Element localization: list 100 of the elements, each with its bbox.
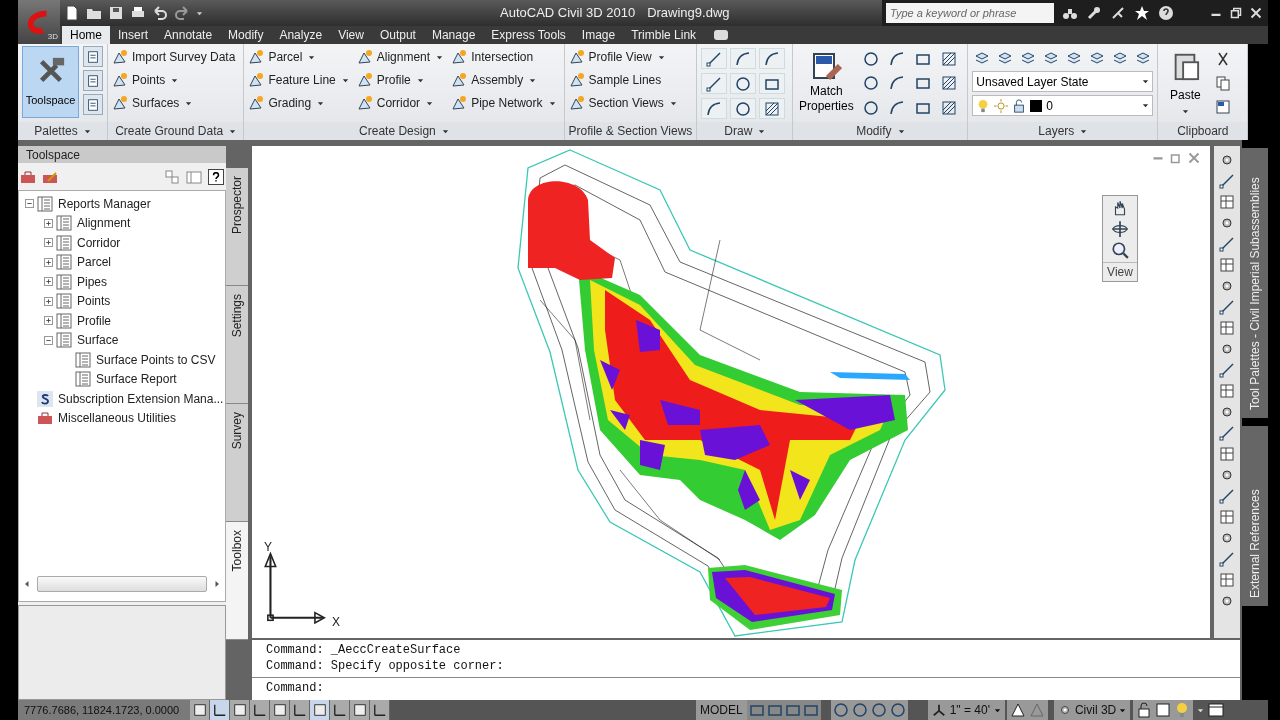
tree-item[interactable]: Profile (75, 311, 111, 330)
ribbon-command[interactable]: Alignment (356, 48, 444, 66)
gear-icon[interactable] (1219, 530, 1235, 546)
palette-tab[interactable]: Prospector (226, 168, 248, 286)
status-toggle[interactable] (310, 700, 330, 720)
search-field[interactable]: Type a keyword or phrase (886, 3, 1054, 23)
tree-item[interactable]: Subscription Extension Mana... (56, 389, 224, 408)
zoom-icon[interactable] (1111, 241, 1129, 259)
panel-title[interactable]: Layers (968, 122, 1158, 140)
ribbon-command[interactable]: Import Survey Data (112, 48, 236, 66)
new-file-icon[interactable] (64, 5, 80, 21)
scroll-right-icon[interactable] (213, 580, 221, 588)
gear-icon[interactable] (1219, 278, 1235, 294)
panel-title[interactable]: Create Ground Data (108, 122, 244, 140)
status-toggle[interactable] (190, 700, 210, 720)
paste-button[interactable]: Paste (1162, 46, 1209, 120)
ribbon-command[interactable]: Sample Lines (568, 71, 677, 89)
layer-state-dropdown[interactable]: Unsaved Layer State (972, 71, 1154, 92)
tree-item[interactable]: Surface Report (94, 370, 177, 389)
expand-icon[interactable] (44, 238, 53, 248)
gear-icon[interactable] (1219, 152, 1235, 168)
ribbon-tab[interactable]: Manage (423, 26, 484, 44)
ribbon-command[interactable]: Grading (248, 94, 349, 112)
palette-tab[interactable]: Survey (226, 404, 248, 522)
gear-icon[interactable] (1219, 341, 1235, 357)
command-prompt[interactable]: Command: (266, 679, 324, 697)
layer-tool-icon[interactable] (1043, 50, 1060, 66)
wrench-icon[interactable] (1086, 5, 1102, 21)
collapse-icon[interactable] (25, 199, 34, 209)
ribbon-command[interactable]: Section Views (568, 94, 677, 112)
layer-tool-icon[interactable] (997, 50, 1014, 66)
help-icon[interactable] (1158, 5, 1174, 21)
layer-tool-icon[interactable] (1135, 50, 1152, 66)
tree-item[interactable]: Pipes (75, 272, 108, 291)
panel-title[interactable]: Clipboard (1158, 122, 1248, 140)
scroll-left-icon[interactable] (23, 580, 31, 588)
table-icon[interactable] (1219, 383, 1235, 399)
expand-icon[interactable] (44, 277, 53, 287)
lock-icon[interactable] (1136, 702, 1153, 718)
hatch-icon[interactable] (764, 100, 781, 117)
status-toggle[interactable] (370, 700, 390, 720)
model-space-button[interactable]: MODEL (696, 700, 747, 720)
table-icon[interactable] (1219, 320, 1235, 336)
status-toggle[interactable] (290, 700, 310, 720)
expand-icon[interactable] (44, 218, 53, 228)
panel-title[interactable]: Profile & Section Views (564, 122, 697, 140)
tree-item[interactable]: Surface (75, 331, 119, 350)
status-toggle[interactable] (210, 700, 230, 720)
arc-icon[interactable] (735, 50, 752, 67)
layer-tool-icon[interactable] (1020, 50, 1037, 66)
toolspace-button[interactable]: Toolspace (22, 46, 79, 118)
panel-title[interactable]: Create Design (244, 122, 564, 140)
ribbon-command[interactable]: Corridor (356, 94, 444, 112)
layer-tool-icon[interactable] (1066, 50, 1083, 66)
ribbon-tab[interactable]: Express Tools (483, 26, 574, 44)
collapse-icon[interactable] (44, 335, 53, 345)
ribbon-command[interactable]: Points (112, 71, 236, 89)
tree-item[interactable]: Reports Manager (56, 194, 151, 213)
ribbon-toggle-button[interactable] (714, 30, 729, 40)
save-icon[interactable] (108, 5, 124, 21)
expand-icon[interactable] (44, 316, 53, 326)
palette-title-bar[interactable]: External References (1242, 426, 1268, 606)
status-toggle[interactable] (330, 700, 350, 720)
ribbon-command[interactable]: Intersection (451, 48, 556, 66)
palette-title-bar[interactable]: Tool Palettes - Civil Imperial Subassemblies (1242, 148, 1268, 418)
ribbon-tab[interactable]: Annotate (156, 26, 221, 44)
curve-icon[interactable] (706, 100, 723, 117)
tree-item[interactable]: Miscellaneous Utilities (56, 409, 177, 428)
tree-item[interactable]: Points (75, 292, 111, 311)
tree-item[interactable]: Corridor (75, 233, 121, 252)
layer-tool-icon[interactable] (1089, 50, 1106, 66)
application-button[interactable]: 3D (18, 0, 60, 44)
star-icon[interactable] (1134, 5, 1150, 21)
status-toggle[interactable] (270, 700, 290, 720)
workspace-button[interactable]: Civil 3D (1053, 700, 1131, 720)
panel-title[interactable]: Draw (697, 122, 793, 140)
tree-item[interactable]: Alignment (75, 214, 131, 233)
line-icon[interactable] (706, 50, 723, 67)
table-icon[interactable] (1219, 446, 1235, 462)
palette-tab[interactable]: Toolbox (226, 522, 248, 640)
table-icon[interactable] (1219, 194, 1235, 210)
ribbon-tab[interactable]: Modify (220, 26, 272, 44)
ribbon-command[interactable]: Parcel (248, 48, 349, 66)
ribbon-command[interactable]: Surfaces (112, 94, 236, 112)
palette-tab[interactable]: Settings (226, 286, 248, 404)
annotation-scale-button[interactable]: 1" = 40' (927, 700, 1005, 720)
ribbon-command[interactable]: Profile (356, 71, 444, 89)
panel-title[interactable]: Palettes (18, 122, 107, 140)
status-toggle[interactable] (350, 700, 370, 720)
gear-icon[interactable] (1219, 467, 1235, 483)
expand-icon[interactable] (44, 257, 53, 267)
ribbon-tab[interactable]: Image (573, 26, 624, 44)
restore-icon[interactable] (1230, 7, 1242, 19)
table-icon[interactable] (1219, 509, 1235, 525)
panel-icon-button[interactable] (83, 94, 103, 115)
ribbon-command[interactable]: Profile View (568, 48, 677, 66)
ribbon-tab[interactable]: Trimble Link (623, 26, 705, 44)
ribbon-command[interactable]: Assembly (451, 71, 556, 89)
tree-item[interactable]: Parcel (75, 253, 111, 272)
redo-icon[interactable] (174, 5, 190, 21)
